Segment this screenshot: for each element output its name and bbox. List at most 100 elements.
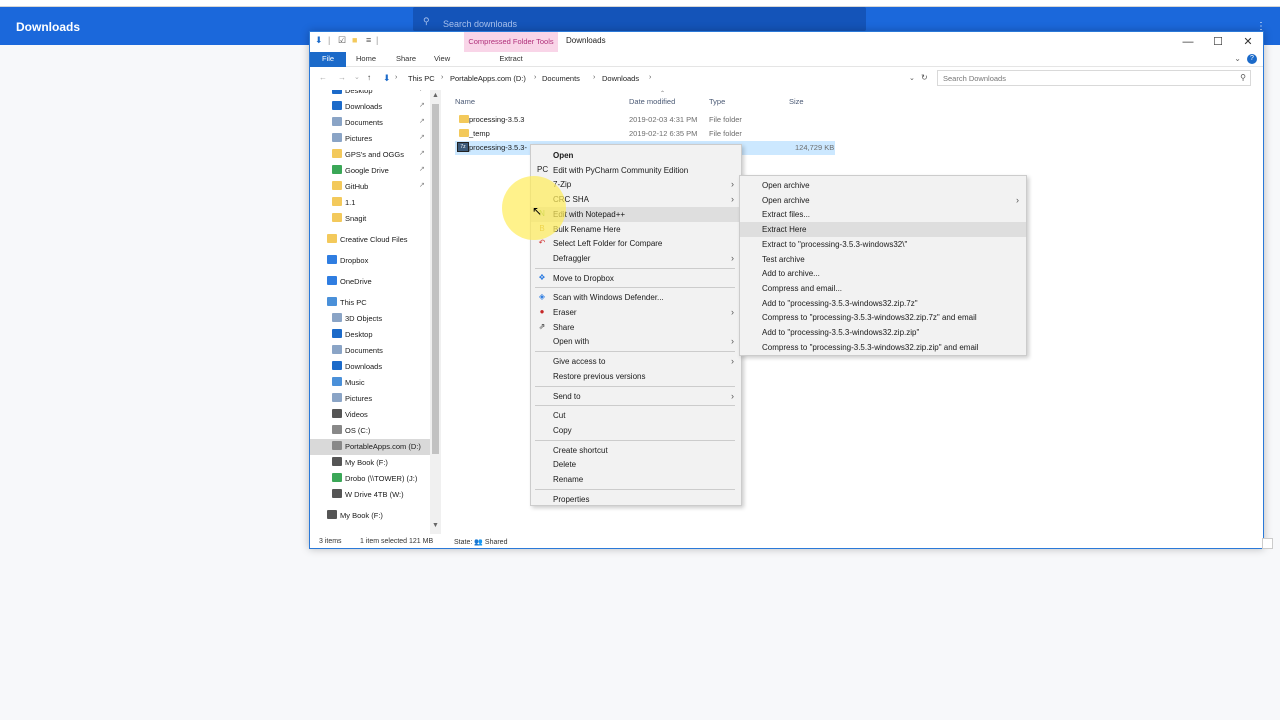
nav-scrollbar[interactable]: ▲ ▼ — [430, 90, 441, 534]
back-icon[interactable]: ← — [319, 73, 327, 82]
recent-locations-icon[interactable]: ⌄ — [354, 73, 360, 81]
sidebar-item[interactable]: Music — [310, 375, 430, 391]
menu-item[interactable]: Open — [531, 148, 741, 163]
address-dropdown-icon[interactable]: ⌄ — [909, 74, 915, 82]
submenu-item[interactable]: Open archive — [740, 178, 1026, 193]
sidebar-item[interactable]: GPS's and OGGs ↗ — [310, 147, 430, 163]
menu-item[interactable]: Rename — [531, 472, 741, 487]
sidebar-item[interactable]: 1.1 — [310, 195, 430, 211]
menu-item[interactable]: ↶ Select Left Folder for Compare — [531, 236, 741, 251]
scrollbar-thumb[interactable] — [432, 104, 439, 454]
new-folder-icon[interactable]: ■ — [352, 35, 357, 45]
minimize-button[interactable]: — — [1173, 33, 1203, 51]
sidebar-item[interactable]: Documents ↗ — [310, 115, 430, 131]
scroll-up-icon[interactable]: ▲ — [432, 92, 439, 99]
sidebar-item[interactable]: Desktop — [310, 327, 430, 343]
column-size[interactable]: Size — [789, 97, 804, 106]
sidebar-item[interactable]: My Book (F:) — [310, 508, 430, 524]
submenu-item[interactable]: Compress to "processing-3.5.3-windows32.… — [740, 310, 1026, 325]
tab-view[interactable]: View — [434, 52, 450, 67]
large-icons-view-icon[interactable] — [1262, 538, 1273, 549]
scroll-down-icon[interactable]: ▼ — [432, 522, 439, 529]
submenu-item[interactable]: Extract to "processing-3.5.3-windows32\" — [740, 237, 1026, 252]
submenu-item[interactable]: Open archive › — [740, 193, 1026, 208]
menu-item[interactable]: Properties — [531, 492, 741, 507]
help-icon[interactable]: ? — [1247, 54, 1257, 64]
breadcrumb-downloads[interactable]: Downloads — [602, 74, 639, 83]
sidebar-item[interactable]: Drobo (\\TOWER) (J:) — [310, 471, 430, 487]
menu-item[interactable]: PC Edit with PyCharm Community Edition — [531, 163, 741, 178]
sidebar-item[interactable]: OneDrive — [310, 274, 430, 290]
sidebar-item[interactable]: PortableApps.com (D:) — [310, 439, 430, 455]
tab-file[interactable]: File — [310, 52, 346, 67]
sidebar-item[interactable]: Dropbox — [310, 253, 430, 269]
menu-item[interactable]: ◈ Scan with Windows Defender... — [531, 290, 741, 305]
sidebar-item[interactable]: Downloads — [310, 359, 430, 375]
breadcrumb-this-pc[interactable]: This PC — [408, 74, 435, 83]
submenu-item[interactable]: Compress to "processing-3.5.3-windows32.… — [740, 340, 1026, 355]
submenu-item[interactable]: Test archive — [740, 252, 1026, 267]
menu-item[interactable]: Give access to › — [531, 354, 741, 369]
address-bar[interactable]: ⬇ › This PC › PortableApps.com (D:) › Do… — [380, 70, 931, 86]
column-name[interactable]: Name — [455, 97, 475, 106]
menu-item[interactable]: Create shortcut — [531, 443, 741, 458]
file-row[interactable]: _temp 2019-02-12 6:35 PM File folder — [455, 127, 835, 141]
chevron-right-icon[interactable]: › — [441, 74, 443, 81]
sidebar-item[interactable]: W Drive 4TB (W:) — [310, 487, 430, 503]
sidebar-item[interactable]: My Book (F:) — [310, 455, 430, 471]
sidebar-item[interactable]: 3D Objects — [310, 311, 430, 327]
menu-item[interactable]: Send to › — [531, 389, 741, 404]
menu-item[interactable]: 7-Zip › — [531, 177, 741, 192]
sidebar-item[interactable]: Google Drive ↗ — [310, 163, 430, 179]
submenu-item[interactable]: Add to archive... — [740, 266, 1026, 281]
menu-item[interactable]: Restore previous versions — [531, 369, 741, 384]
sidebar-item[interactable]: OS (C:) — [310, 423, 430, 439]
file-row[interactable]: processing-3.5.3 2019-02-03 4:31 PM File f… — [455, 113, 835, 127]
breadcrumb-documents[interactable]: Documents — [542, 74, 580, 83]
menu-item[interactable]: Copy — [531, 423, 741, 438]
submenu-item[interactable]: Extract files... — [740, 207, 1026, 222]
sidebar-item[interactable]: Videos — [310, 407, 430, 423]
tab-home[interactable]: Home — [356, 52, 376, 67]
submenu-item[interactable]: Extract Here — [740, 222, 1026, 238]
submenu-item[interactable]: Compress and email... — [740, 281, 1026, 296]
chevron-right-icon[interactable]: › — [534, 74, 536, 81]
search-downloads-input[interactable]: ⚲ Search downloads — [413, 7, 866, 31]
menu-item[interactable]: ⇗ Share — [531, 320, 741, 335]
menu-item[interactable]: BBulk Rename Here — [531, 222, 741, 237]
chevron-right-icon[interactable]: › — [649, 74, 651, 81]
chevron-right-icon[interactable]: › — [593, 74, 595, 81]
breadcrumb-drive[interactable]: PortableApps.com (D:) — [450, 74, 526, 83]
menu-item[interactable]: Defraggler › — [531, 251, 741, 266]
forward-icon[interactable]: → — [338, 73, 346, 82]
menu-item[interactable]: ● Eraser › — [531, 305, 741, 320]
refresh-icon[interactable]: ↻ — [921, 73, 928, 82]
sidebar-item[interactable]: This PC — [310, 295, 430, 311]
sidebar-item[interactable]: Desktop ↗ — [310, 90, 430, 99]
sidebar-item[interactable]: Pictures ↗ — [310, 131, 430, 147]
menu-item[interactable]: ❖ Move to Dropbox — [531, 271, 741, 286]
expand-ribbon-icon[interactable]: ⌄ — [1234, 54, 1241, 63]
tab-extract[interactable]: Extract — [464, 52, 558, 67]
sidebar-item[interactable]: Documents — [310, 343, 430, 359]
sidebar-item[interactable]: Pictures — [310, 391, 430, 407]
sidebar-item[interactable]: Snagit — [310, 211, 430, 227]
sidebar-item[interactable]: GitHub ↗ — [310, 179, 430, 195]
chevron-right-icon[interactable]: › — [395, 74, 397, 81]
sidebar-item[interactable]: Downloads ↗ — [310, 99, 430, 115]
close-button[interactable]: ✕ — [1233, 33, 1263, 51]
tab-share[interactable]: Share — [396, 52, 416, 67]
menu-item[interactable]: Delete — [531, 457, 741, 472]
menu-item[interactable]: Open with › — [531, 334, 741, 349]
maximize-button[interactable]: ☐ — [1203, 33, 1233, 51]
column-date-modified[interactable]: Date modified — [629, 97, 675, 106]
customize-toolbar-icon[interactable]: ≡ — [366, 35, 371, 45]
properties-icon[interactable]: ☑ — [338, 35, 346, 46]
sidebar-item[interactable]: Creative Cloud Files — [310, 232, 430, 248]
submenu-item[interactable]: Add to "processing-3.5.3-windows32.zip.7… — [740, 296, 1026, 311]
submenu-item[interactable]: Add to "processing-3.5.3-windows32.zip.z… — [740, 325, 1026, 340]
menu-item[interactable]: Cut — [531, 408, 741, 423]
search-downloads-field[interactable]: Search Downloads ⚲ — [937, 70, 1251, 86]
column-type[interactable]: Type — [709, 97, 725, 106]
up-icon[interactable]: ↑ — [367, 73, 371, 82]
